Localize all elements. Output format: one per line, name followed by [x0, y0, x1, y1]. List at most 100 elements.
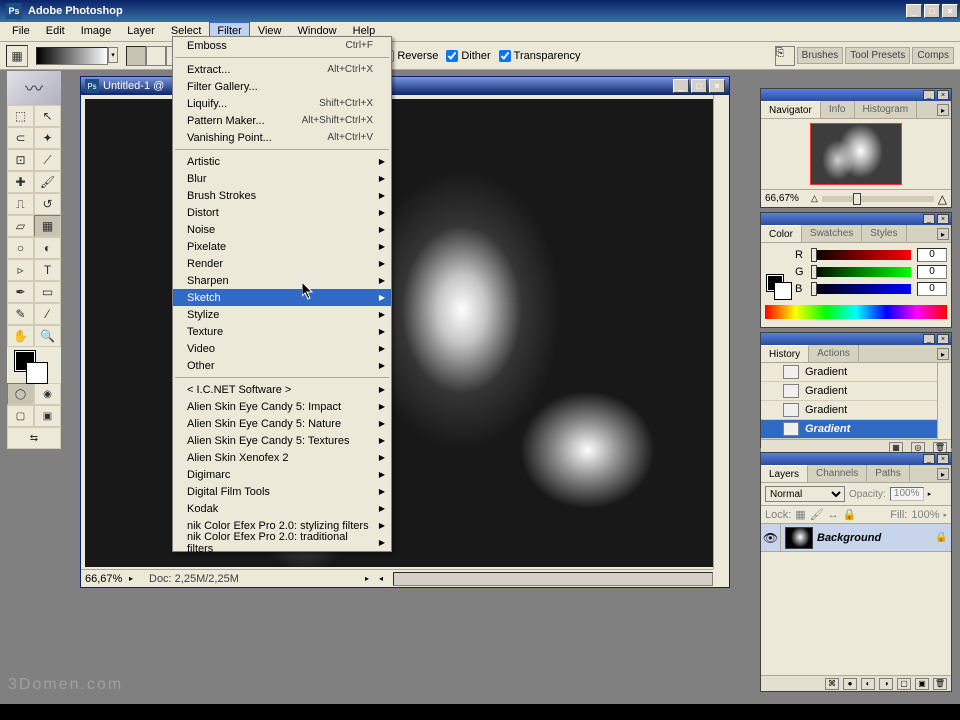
menu-item-liquify-[interactable]: Liquify...Shift+Ctrl+X: [173, 95, 391, 112]
menu-item-sketch[interactable]: Sketch▶: [173, 289, 391, 306]
tool-path[interactable]: ▹: [7, 259, 34, 281]
maximize-button[interactable]: □: [924, 4, 940, 18]
layer-delete-icon[interactable]: 🗑: [933, 678, 947, 690]
opacity-arrow-icon[interactable]: ▸: [928, 490, 932, 498]
tool-crop[interactable]: ⊡: [7, 149, 34, 171]
tool-wand[interactable]: ✦: [34, 127, 61, 149]
history-options[interactable]: ▸: [937, 348, 949, 360]
layer-group-icon[interactable]: ▢: [897, 678, 911, 690]
layer-style-icon[interactable]: ●: [843, 678, 857, 690]
value-g[interactable]: 0: [917, 265, 947, 279]
close-button[interactable]: ×: [942, 4, 958, 18]
doc-scroll-left[interactable]: ◂: [379, 574, 393, 583]
history-item[interactable]: Gradient: [761, 420, 951, 439]
slider-g[interactable]: [811, 267, 911, 277]
menu-item-sharpen[interactable]: Sharpen▶: [173, 272, 391, 289]
tool-brush[interactable]: 🖌: [34, 171, 61, 193]
tool-shape[interactable]: ▭: [34, 281, 61, 303]
menu-item-alien-skin-xenofex-2[interactable]: Alien Skin Xenofex 2▶: [173, 449, 391, 466]
navigator-minimize[interactable]: _: [923, 90, 935, 100]
menu-item-distort[interactable]: Distort▶: [173, 204, 391, 221]
history-item[interactable]: Gradient: [761, 401, 951, 420]
tab-navigator[interactable]: Navigator: [761, 101, 821, 118]
history-minimize[interactable]: _: [923, 334, 935, 344]
gradient-linear-button[interactable]: [126, 46, 146, 66]
navigator-options[interactable]: ▸: [937, 104, 949, 116]
tool-history-brush[interactable]: ↺: [34, 193, 61, 215]
tab-paths[interactable]: Paths: [867, 465, 910, 482]
tool-eraser[interactable]: ▱: [7, 215, 34, 237]
doc-hscrollbar[interactable]: [393, 572, 713, 586]
layers-close[interactable]: ×: [937, 454, 949, 464]
value-r[interactable]: 0: [917, 248, 947, 262]
tab-swatches[interactable]: Swatches: [802, 225, 862, 242]
layer-row[interactable]: 👁 Background 🔒: [761, 524, 951, 552]
current-tool-icon[interactable]: ▦: [6, 45, 28, 67]
menu-item-alien-skin-eye-candy-5-nature[interactable]: Alien Skin Eye Candy 5: Nature▶: [173, 415, 391, 432]
value-b[interactable]: 0: [917, 282, 947, 296]
navigator-thumbnail[interactable]: [810, 123, 902, 185]
menu-item-pattern-maker-[interactable]: Pattern Maker...Alt+Shift+Ctrl+X: [173, 112, 391, 129]
menu-image[interactable]: Image: [73, 22, 120, 41]
minimize-button[interactable]: _: [906, 4, 922, 18]
menu-item-nik-color-efex-pro-2-0-traditional-filters[interactable]: nik Color Efex Pro 2.0: traditional filt…: [173, 534, 391, 551]
background-swatch[interactable]: [27, 363, 47, 383]
transparency-checkbox[interactable]: Transparency: [499, 50, 581, 62]
menu-item-other[interactable]: Other▶: [173, 357, 391, 374]
screen-full-menus[interactable]: ▣: [34, 405, 61, 427]
history-close[interactable]: ×: [937, 334, 949, 344]
color-spectrum[interactable]: [765, 305, 947, 319]
color-minimize[interactable]: _: [923, 214, 935, 224]
lock-all-icon[interactable]: 🔒: [843, 508, 857, 521]
tab-color[interactable]: Color: [761, 225, 802, 242]
layers-titlebar[interactable]: _ ×: [761, 453, 951, 465]
color-titlebar[interactable]: _ ×: [761, 213, 951, 225]
menu-item--i-c-net-software-[interactable]: < I.C.NET Software >▶: [173, 381, 391, 398]
tool-healing[interactable]: ✚: [7, 171, 34, 193]
zoom-in-icon[interactable]: △: [938, 192, 947, 206]
doc-minimize-button[interactable]: _: [673, 79, 689, 93]
tab-channels[interactable]: Channels: [808, 465, 867, 482]
tool-gradient[interactable]: ▦: [34, 215, 61, 237]
menu-item-alien-skin-eye-candy-5-textures[interactable]: Alien Skin Eye Candy 5: Textures▶: [173, 432, 391, 449]
doc-close-button[interactable]: ×: [709, 79, 725, 93]
layer-mask-icon[interactable]: ◐: [861, 678, 875, 690]
tool-lasso[interactable]: ⊂: [7, 127, 34, 149]
navigator-close[interactable]: ×: [937, 90, 949, 100]
menu-item-digimarc[interactable]: Digimarc▶: [173, 466, 391, 483]
menu-item-texture[interactable]: Texture▶: [173, 323, 391, 340]
menu-item-render[interactable]: Render▶: [173, 255, 391, 272]
menu-file[interactable]: File: [4, 22, 38, 41]
tool-notes[interactable]: ✎: [7, 303, 34, 325]
layer-link-icon[interactable]: ⌘: [825, 678, 839, 690]
layer-fill[interactable]: 100%: [911, 509, 939, 521]
color-close[interactable]: ×: [937, 214, 949, 224]
menu-item-extract-[interactable]: Extract...Alt+Ctrl+X: [173, 61, 391, 78]
dither-checkbox[interactable]: Dither: [446, 50, 490, 62]
tool-type[interactable]: T: [34, 259, 61, 281]
tab-styles[interactable]: Styles: [862, 225, 906, 242]
screen-standard[interactable]: ▢: [7, 405, 34, 427]
doc-info-dropdown[interactable]: ▸: [365, 574, 379, 583]
layer-visibility-icon[interactable]: 👁: [761, 524, 781, 552]
layers-options[interactable]: ▸: [937, 468, 949, 480]
doc-zoom[interactable]: 66,67%: [81, 573, 129, 585]
menu-edit[interactable]: Edit: [38, 22, 73, 41]
tool-stamp[interactable]: ⎍: [7, 193, 34, 215]
gradient-preset-dropdown[interactable]: ▾: [108, 47, 118, 63]
jump-imageready[interactable]: ⇆: [7, 427, 61, 449]
dock-tab-tool-presets[interactable]: Tool Presets: [845, 47, 910, 64]
tab-info[interactable]: Info: [821, 101, 855, 118]
menu-item-emboss[interactable]: EmbossCtrl+F: [173, 37, 391, 54]
tool-dodge[interactable]: ◐: [34, 237, 61, 259]
menu-item-alien-skin-eye-candy-5-impact[interactable]: Alien Skin Eye Candy 5: Impact▶: [173, 398, 391, 415]
layers-minimize[interactable]: _: [923, 454, 935, 464]
tool-eyedropper[interactable]: ⁄: [34, 303, 61, 325]
menu-item-digital-film-tools[interactable]: Digital Film Tools▶: [173, 483, 391, 500]
lock-transparent-icon[interactable]: ▦: [795, 508, 805, 521]
dock-tab-brushes[interactable]: Brushes: [797, 47, 844, 64]
tool-zoom[interactable]: 🔍: [34, 325, 61, 347]
tool-hand[interactable]: ✋: [7, 325, 34, 347]
gradient-radial-button[interactable]: [146, 46, 166, 66]
menu-item-video[interactable]: Video▶: [173, 340, 391, 357]
